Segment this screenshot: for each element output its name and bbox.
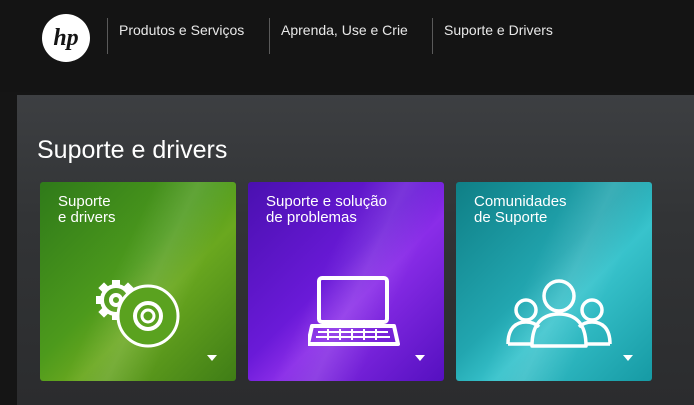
chevron-down-icon[interactable] — [207, 355, 217, 361]
nav-item-aprenda-use-crie[interactable]: Aprenda, Use e Crie — [269, 18, 408, 54]
chevron-down-icon[interactable] — [415, 355, 425, 361]
nav-item-label: Aprenda, Use e Crie — [281, 22, 408, 38]
tile-label-line2: de problemas — [266, 209, 357, 226]
tile-label: Suporte e solução de problemas — [266, 194, 436, 226]
chevron-down-icon[interactable] — [623, 355, 633, 361]
tile-label: Comunidades de Suporte — [474, 194, 644, 226]
people-icon — [506, 279, 612, 348]
tile-suporte-drivers[interactable]: Suporte e drivers — [40, 182, 236, 381]
support-panel: Suporte e drivers Suporte e drivers Supo… — [17, 95, 694, 405]
page-title: Suporte e drivers — [37, 136, 228, 164]
nav-item-produtos-servicos[interactable]: Produtos e Serviços — [107, 18, 244, 54]
tile-label-line2: de Suporte — [474, 209, 548, 226]
hp-logo[interactable]: hp — [42, 14, 90, 62]
tile-label: Suporte e drivers — [58, 194, 228, 226]
tile-label-line1: Suporte e solução — [266, 193, 387, 210]
laptop-icon — [308, 276, 400, 346]
gear-disc-icon — [96, 280, 180, 348]
top-navigation-bar: hp Produtos e Serviços Aprenda, Use e Cr… — [0, 0, 694, 92]
nav-item-suporte-drivers[interactable]: Suporte e Drivers — [432, 18, 553, 54]
logo-text: hp — [53, 25, 78, 51]
hp-logo-icon: hp — [53, 25, 78, 51]
tile-label-line2: e drivers — [58, 209, 116, 226]
tile-suporte-solucao-problemas[interactable]: Suporte e solução de problemas — [248, 182, 444, 381]
nav-item-label: Suporte e Drivers — [444, 22, 553, 38]
tile-comunidades-suporte[interactable]: Comunidades de Suporte — [456, 182, 652, 381]
tile-label-line1: Suporte — [58, 193, 111, 210]
nav-item-label: Produtos e Serviços — [119, 22, 245, 38]
tile-label-line1: Comunidades — [474, 193, 567, 210]
